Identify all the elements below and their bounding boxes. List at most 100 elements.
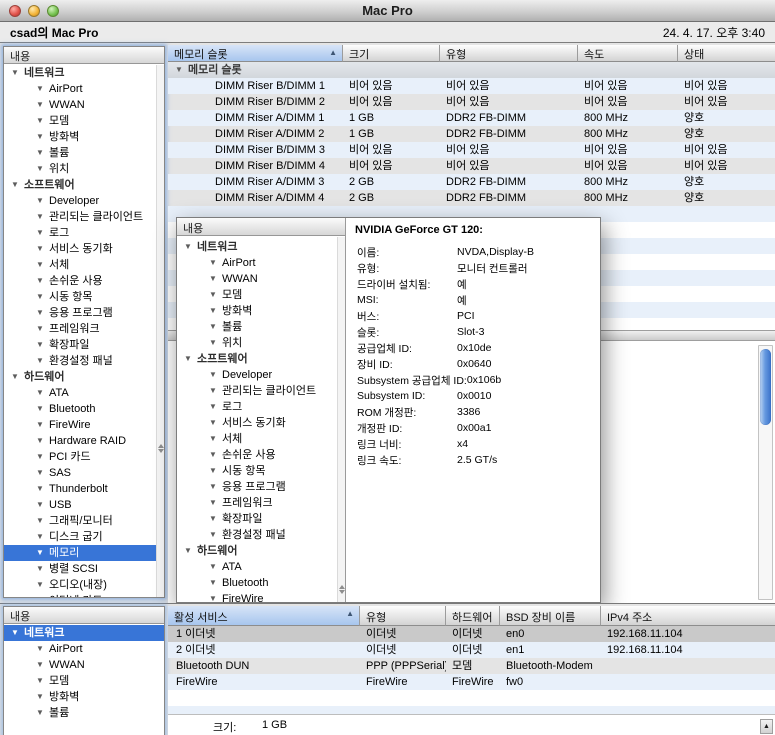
disclosure-triangle-icon[interactable]: ▼ <box>36 225 49 241</box>
disclosure-triangle-icon[interactable]: ▼ <box>36 465 49 481</box>
disclosure-triangle-icon[interactable]: ▼ <box>209 367 222 383</box>
table-row[interactable]: DIMM Riser A/DIMM 1 1 GB DDR2 FB-DIMM 80… <box>168 110 775 126</box>
sidebar-item[interactable]: ▼AirPort <box>177 255 337 271</box>
table-row[interactable]: DIMM Riser A/DIMM 2 1 GB DDR2 FB-DIMM 80… <box>168 126 775 142</box>
disclosure-triangle-icon[interactable]: ▼ <box>209 495 222 511</box>
sidebar-item[interactable]: ▼서비스 동기화 <box>4 241 156 257</box>
table-row[interactable]: 1 이더넷 이더넷 이더넷 en0 192.168.11.104 <box>168 626 775 642</box>
disclosure-triangle-icon[interactable]: ▼ <box>11 625 24 641</box>
table-row[interactable]: DIMM Riser B/DIMM 4 비어 있음 비어 있음 비어 있음 비어… <box>168 158 775 174</box>
disclosure-triangle-icon[interactable]: ▼ <box>36 577 49 593</box>
sidebar-item[interactable]: ▼ATA <box>4 385 156 401</box>
sidebar-item[interactable]: ▼모뎀 <box>177 287 337 303</box>
sidebar-item[interactable]: ▼AirPort <box>4 641 164 657</box>
disclosure-triangle-icon[interactable]: ▼ <box>36 641 49 657</box>
sidebar-item[interactable]: ▼확장파일 <box>4 337 156 353</box>
sidebar-scroller-nub[interactable] <box>338 585 345 594</box>
table-row[interactable]: 2 이더넷 이더넷 이더넷 en1 192.168.11.104 <box>168 642 775 658</box>
sidebar-item[interactable]: ▼PCI 카드 <box>4 449 156 465</box>
disclosure-triangle-icon[interactable]: ▼ <box>36 433 49 449</box>
sidebar-item[interactable]: ▼USB <box>4 497 156 513</box>
disclosure-triangle-icon[interactable]: ▼ <box>36 321 49 337</box>
disclosure-triangle-icon[interactable]: ▼ <box>209 431 222 447</box>
column-header[interactable]: IPv4 주소 ▲ <box>601 606 775 626</box>
sidebar-item[interactable]: ▼Developer <box>177 367 337 383</box>
sidebar-item[interactable]: ▼하드웨어 <box>4 369 156 385</box>
sidebar-item[interactable]: ▼손쉬운 사용 <box>4 273 156 289</box>
column-header[interactable]: 유형 ▲ <box>440 45 578 62</box>
disclosure-triangle-icon[interactable]: ▼ <box>36 209 49 225</box>
scroll-up-button[interactable]: ▲ <box>760 719 773 734</box>
disclosure-triangle-icon[interactable]: ▼ <box>36 481 49 497</box>
sidebar-item[interactable]: ▼로그 <box>177 399 337 415</box>
disclosure-triangle-icon[interactable]: ▼ <box>36 705 49 721</box>
disclosure-triangle-icon[interactable]: ▼ <box>36 657 49 673</box>
sidebar-item[interactable]: ▼위치 <box>4 161 156 177</box>
disclosure-triangle-icon[interactable]: ▼ <box>36 689 49 705</box>
sidebar-item[interactable]: ▼네트워크 <box>177 239 337 255</box>
sidebar-item[interactable]: ▼환경설정 패널 <box>4 353 156 369</box>
sidebar-item[interactable]: ▼환경설정 패널 <box>177 527 337 543</box>
disclosure-triangle-icon[interactable]: ▼ <box>36 497 49 513</box>
disclosure-triangle-icon[interactable]: ▼ <box>11 65 24 81</box>
disclosure-triangle-icon[interactable]: ▼ <box>209 255 222 271</box>
sidebar-item[interactable]: ▼손쉬운 사용 <box>177 447 337 463</box>
disclosure-triangle-icon[interactable]: ▼ <box>209 383 222 399</box>
vertical-scrollbar[interactable] <box>758 345 773 600</box>
column-header[interactable]: 속도 ▲ <box>578 45 678 62</box>
disclosure-triangle-icon[interactable]: ▼ <box>36 417 49 433</box>
disclosure-triangle-icon[interactable]: ▼ <box>36 129 49 145</box>
sidebar-item[interactable]: ▼시동 항목 <box>4 289 156 305</box>
sidebar-item[interactable]: ▼방화벽 <box>177 303 337 319</box>
sidebar-item[interactable]: ▼오디오(내장) <box>4 577 156 593</box>
disclosure-triangle-icon[interactable]: ▼ <box>209 335 222 351</box>
table-row[interactable]: DIMM Riser A/DIMM 4 2 GB DDR2 FB-DIMM 80… <box>168 190 775 206</box>
sidebar-item[interactable]: ▼모뎀 <box>4 673 164 689</box>
scrollbar-thumb[interactable] <box>760 349 771 425</box>
sidebar-item[interactable]: ▼볼륨 <box>177 319 337 335</box>
disclosure-triangle-icon[interactable]: ▼ <box>209 591 222 602</box>
sidebar-item[interactable]: ▼Hardware RAID <box>4 433 156 449</box>
close-button[interactable] <box>9 5 21 17</box>
sidebar-item[interactable]: ▼모뎀 <box>4 113 156 129</box>
title-bar[interactable]: Mac Pro <box>0 0 775 22</box>
sidebar-item[interactable]: ▼프레임워크 <box>4 321 156 337</box>
disclosure-triangle-icon[interactable]: ▼ <box>36 513 49 529</box>
overlay-sidebar-scrollbar[interactable] <box>337 237 345 602</box>
sidebar-item[interactable]: ▼프레임워크 <box>177 495 337 511</box>
sidebar-item[interactable]: ▼하드웨어 <box>177 543 337 559</box>
column-header[interactable]: 유형 ▲ <box>360 606 446 626</box>
table-row[interactable]: FireWire FireWire FireWire fw0 <box>168 674 775 690</box>
sidebar-item[interactable]: ▼방화벽 <box>4 129 156 145</box>
disclosure-triangle-icon[interactable]: ▼ <box>209 303 222 319</box>
table-row[interactable]: DIMM Riser B/DIMM 1 비어 있음 비어 있음 비어 있음 비어… <box>168 78 775 94</box>
sidebar-item[interactable]: ▼Bluetooth <box>177 575 337 591</box>
disclosure-triangle-icon[interactable]: ▼ <box>209 575 222 591</box>
disclosure-triangle-icon[interactable]: ▼ <box>11 177 24 193</box>
sidebar-item[interactable]: ▼방화벽 <box>4 689 164 705</box>
disclosure-triangle-icon[interactable]: ▼ <box>209 527 222 543</box>
sidebar-item[interactable]: ▼FireWire <box>4 417 156 433</box>
memory-group-row[interactable]: ▼메모리 슬롯 <box>168 62 775 78</box>
disclosure-triangle-icon[interactable]: ▼ <box>209 479 222 495</box>
disclosure-triangle-icon[interactable]: ▼ <box>36 593 49 597</box>
sidebar-item[interactable]: ▼Developer <box>4 193 156 209</box>
column-header[interactable]: 하드웨어 ▲ <box>446 606 500 626</box>
disclosure-triangle-icon[interactable]: ▼ <box>36 353 49 369</box>
column-header[interactable]: 메모리 슬롯 ▲ <box>168 45 343 62</box>
disclosure-triangle-icon[interactable]: ▼ <box>36 289 49 305</box>
column-header[interactable]: BSD 장비 이름 ▲ <box>500 606 601 626</box>
disclosure-triangle-icon[interactable]: ▼ <box>209 559 222 575</box>
sidebar-item[interactable]: ▼서비스 동기화 <box>177 415 337 431</box>
sidebar-item[interactable]: ▼네트워크 <box>4 625 164 641</box>
disclosure-triangle-icon[interactable]: ▼ <box>209 511 222 527</box>
sidebar-item[interactable]: ▼관리되는 클라이언트 <box>4 209 156 225</box>
sidebar-item[interactable]: ▼서체 <box>4 257 156 273</box>
disclosure-triangle-icon[interactable]: ▼ <box>36 273 49 289</box>
sidebar-item[interactable]: ▼FireWire <box>177 591 337 602</box>
sidebar-item[interactable]: ▼AirPort <box>4 81 156 97</box>
disclosure-triangle-icon[interactable]: ▼ <box>175 62 188 78</box>
table-row[interactable]: DIMM Riser A/DIMM 3 2 GB DDR2 FB-DIMM 80… <box>168 174 775 190</box>
sidebar-item[interactable]: ▼응용 프로그램 <box>177 479 337 495</box>
disclosure-triangle-icon[interactable]: ▼ <box>184 351 197 367</box>
